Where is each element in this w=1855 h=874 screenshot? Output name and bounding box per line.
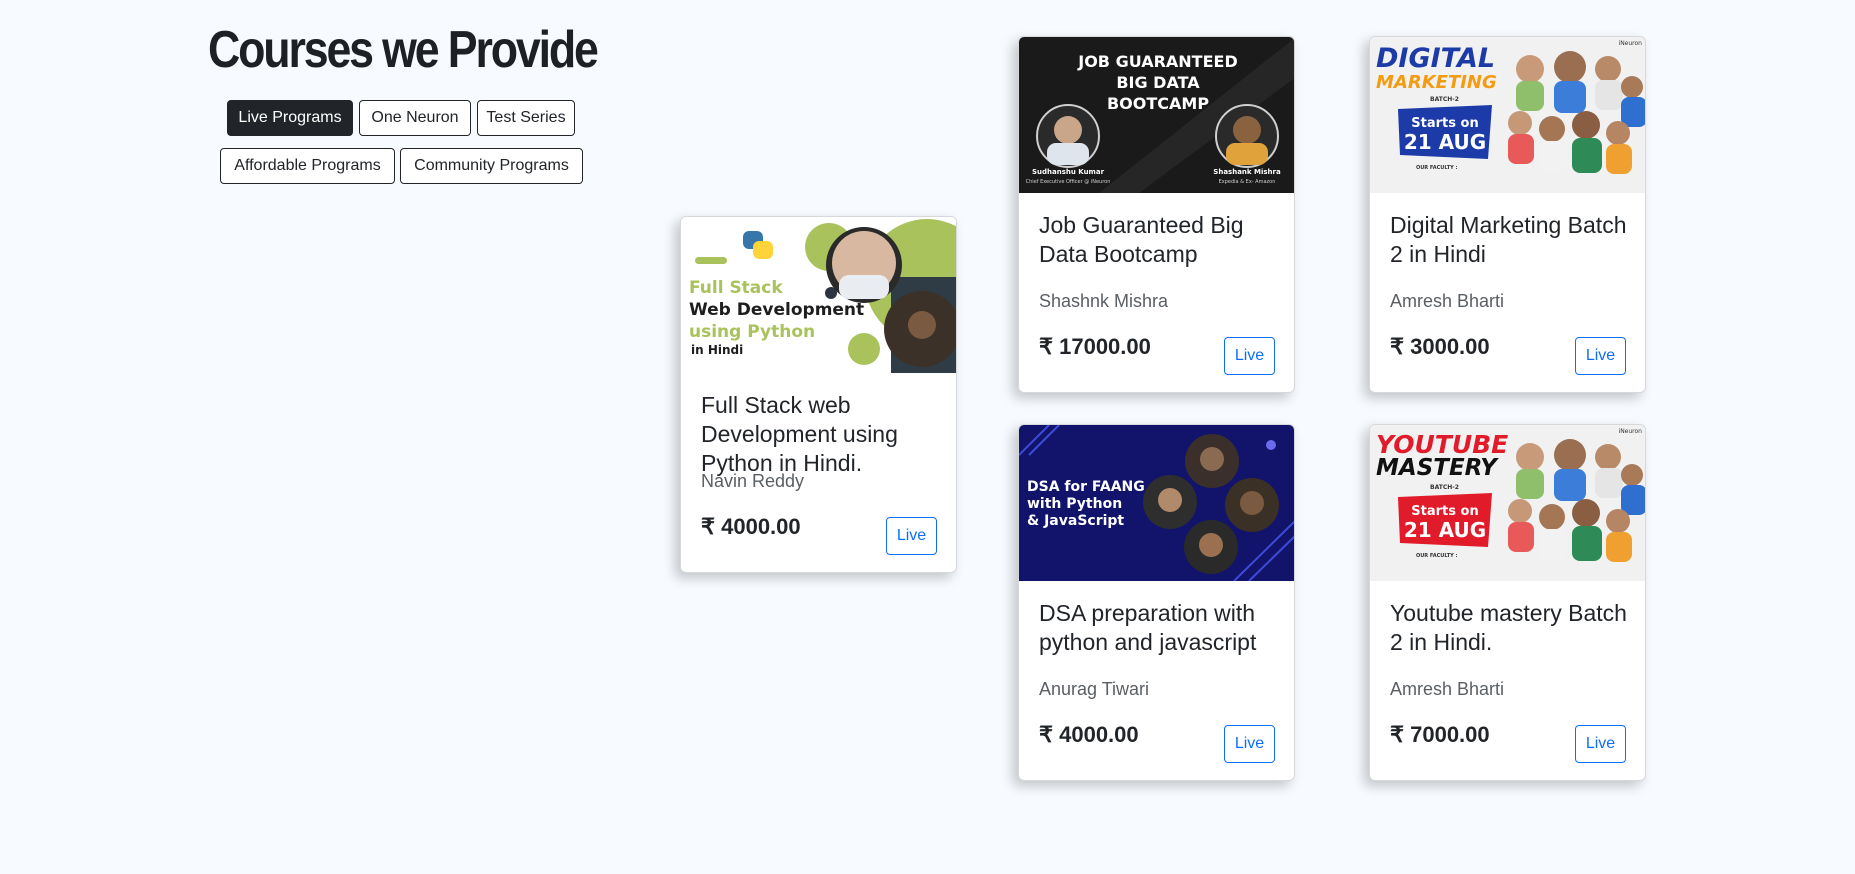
thumb-line1-text: DIGITAL: [1376, 43, 1495, 74]
course-author: Anurag Tiwari: [1039, 679, 1150, 699]
thumb-faculty-text: OUR FACULTY :: [1416, 165, 1457, 171]
python-course-thumbnail-image: Full Stack Web Development using Python …: [681, 217, 956, 373]
filter-affordable-programs-button[interactable]: Affordable Programs: [220, 148, 395, 184]
course-thumbnail: JOB GUARANTEED BIG DATA BOOTCAMP Sudhans…: [1019, 37, 1294, 193]
thumb-brand-text: iNeuron: [1619, 40, 1643, 47]
live-button[interactable]: Live: [886, 517, 937, 555]
course-price: ₹ 4000.00: [701, 514, 801, 539]
thumb-line1-text: DSA for FAANG: [1027, 479, 1145, 495]
filter-live-programs-button[interactable]: Live Programs: [227, 100, 353, 136]
thumb-line2-text: Web Development: [689, 300, 864, 320]
speaker-left-role: Chief Executive Officer @ iNeuron: [1026, 179, 1111, 185]
course-title: DSA preparation with python and javascri…: [1039, 600, 1257, 655]
course-card-digital-marketing[interactable]: DIGITAL MARKETING BATCH-2 Starts on 21 A…: [1369, 36, 1646, 393]
thumb-line3-text: BOOTCAMP: [1107, 94, 1209, 113]
speaker-left-name: Sudhanshu Kumar: [1032, 168, 1105, 176]
course-title: Full Stack web Development using Python …: [701, 392, 898, 476]
speaker-right-name: Shashank Mishra: [1213, 168, 1281, 176]
thumb-line3-text: & JavaScript: [1027, 513, 1124, 529]
thumb-line4-text: in Hindi: [691, 343, 743, 357]
big-data-thumbnail-image: JOB GUARANTEED BIG DATA BOOTCAMP Sudhans…: [1019, 37, 1294, 193]
course-title: Digital Marketing Batch 2 in Hindi: [1390, 212, 1627, 267]
thumb-starts-text: Starts on: [1411, 504, 1478, 519]
course-price: ₹ 7000.00: [1390, 722, 1490, 747]
course-card-dsa-preparation[interactable]: DSA for FAANG with Python & JavaScript D…: [1018, 424, 1295, 781]
course-author: Amresh Bharti: [1390, 679, 1505, 699]
thumb-starts-text: Starts on: [1411, 116, 1478, 131]
thumb-batch-text: BATCH-2: [1430, 96, 1459, 103]
live-button[interactable]: Live: [1575, 337, 1626, 375]
youtube-mastery-thumbnail-image: YOUTUBE MASTERY BATCH-2 Starts on 21 AUG…: [1370, 425, 1645, 581]
course-price: ₹ 17000.00: [1039, 334, 1151, 359]
thumb-line3-text: using Python: [689, 322, 815, 342]
thumb-line1-text: JOB GUARANTEED: [1077, 52, 1237, 71]
thumb-line2-text: with Python: [1027, 496, 1122, 512]
course-card-big-data-bootcamp[interactable]: JOB GUARANTEED BIG DATA BOOTCAMP Sudhans…: [1018, 36, 1295, 393]
course-price: ₹ 3000.00: [1390, 334, 1490, 359]
digital-marketing-thumbnail-image: DIGITAL MARKETING BATCH-2 Starts on 21 A…: [1370, 37, 1645, 193]
course-thumbnail: YOUTUBE MASTERY BATCH-2 Starts on 21 AUG…: [1370, 425, 1645, 581]
course-thumbnail: DIGITAL MARKETING BATCH-2 Starts on 21 A…: [1370, 37, 1645, 193]
thumb-faculty-text: OUR FACULTY :: [1416, 553, 1457, 559]
course-author: Navin Reddy: [701, 471, 805, 491]
course-card-full-stack-python[interactable]: Full Stack Web Development using Python …: [680, 216, 957, 573]
thumb-date-text: 21 AUG: [1404, 130, 1486, 154]
live-button[interactable]: Live: [1224, 725, 1275, 763]
thumb-line2-text: BIG DATA: [1116, 73, 1200, 92]
thumb-brand-text: iNeuron: [1619, 428, 1643, 435]
course-price: ₹ 4000.00: [1039, 722, 1139, 747]
course-thumbnail: Full Stack Web Development using Python …: [681, 217, 956, 373]
live-button[interactable]: Live: [1224, 337, 1275, 375]
thumb-line2-text: MASTERY: [1376, 455, 1499, 481]
course-author: Shashnk Mishra: [1039, 291, 1169, 311]
course-thumbnail: DSA for FAANG with Python & JavaScript: [1019, 425, 1294, 581]
course-title: Youtube mastery Batch 2 in Hindi.: [1390, 600, 1627, 655]
dsa-thumbnail-image: DSA for FAANG with Python & JavaScript: [1019, 425, 1294, 581]
course-author: Amresh Bharti: [1390, 291, 1505, 311]
page-title: Courses we Provide: [208, 21, 599, 79]
speaker-right-role: Expedia & Ex- Amazon: [1219, 179, 1276, 185]
filter-community-programs-button[interactable]: Community Programs: [400, 148, 583, 184]
thumb-date-text: 21 AUG: [1404, 518, 1486, 542]
filter-test-series-button[interactable]: Test Series: [477, 100, 575, 136]
filter-one-neuron-button[interactable]: One Neuron: [359, 100, 471, 136]
thumb-line1-text: Full Stack: [689, 278, 783, 298]
live-button[interactable]: Live: [1575, 725, 1626, 763]
thumb-batch-text: BATCH-2: [1430, 484, 1459, 491]
course-card-youtube-mastery[interactable]: YOUTUBE MASTERY BATCH-2 Starts on 21 AUG…: [1369, 424, 1646, 781]
thumb-line2-text: MARKETING: [1376, 72, 1497, 93]
course-title: Job Guaranteed Big Data Bootcamp: [1039, 212, 1244, 267]
